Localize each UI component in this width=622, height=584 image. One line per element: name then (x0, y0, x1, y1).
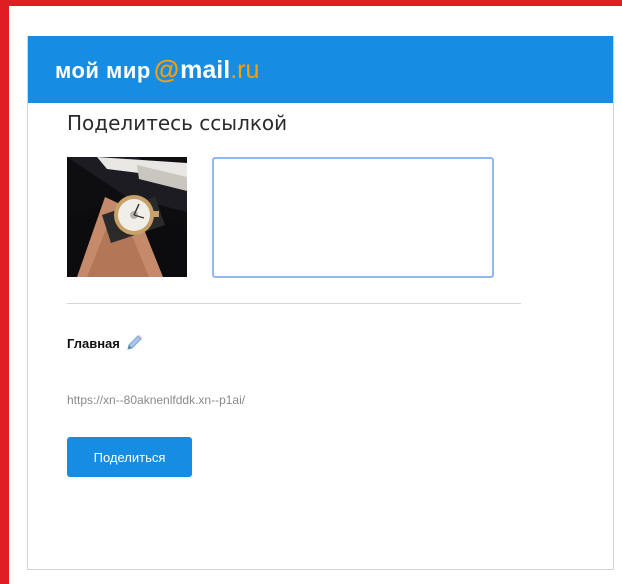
divider (67, 303, 521, 304)
logo-at-symbol: @ (153, 54, 180, 84)
header-bar: мой мир @ mail .ru (28, 36, 613, 103)
pencil-icon[interactable] (124, 333, 144, 353)
watch-image (67, 157, 187, 277)
section-label: Главная (67, 335, 120, 351)
logo-ru-text: .ru (230, 56, 260, 84)
comment-input[interactable] (212, 157, 494, 278)
shared-url: https://xn--80aknenlfddk.xn--p1ai/ (67, 393, 246, 407)
logo-moymir-text: мой мир (55, 58, 151, 83)
red-frame-top (0, 0, 622, 6)
share-thumbnail (67, 157, 187, 277)
logo-mail-text: mail (180, 56, 231, 84)
share-button[interactable]: Поделиться (67, 437, 192, 477)
red-frame-left (0, 0, 9, 584)
section-selector: Главная (67, 333, 144, 353)
page-title: Поделитесь ссылкой (67, 111, 288, 135)
moymir-mail-logo[interactable]: мой мир @ mail .ru (55, 56, 259, 83)
